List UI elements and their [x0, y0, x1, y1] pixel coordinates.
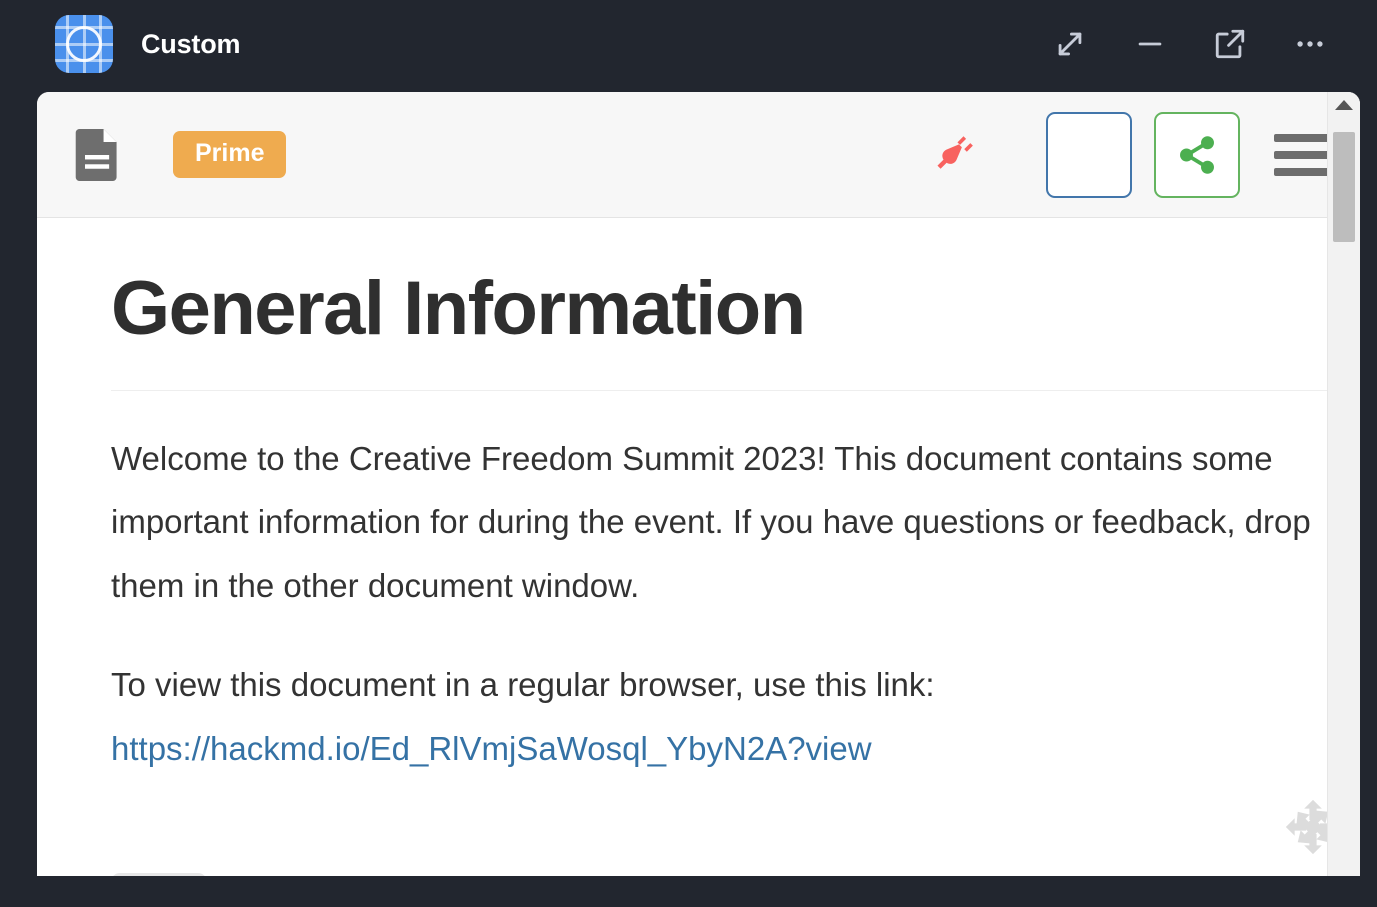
hamburger-line	[1274, 150, 1330, 159]
paragraph-welcome: Welcome to the Creative Freedom Summit 2…	[111, 440, 1311, 604]
scroll-thumb[interactable]	[1333, 132, 1355, 242]
expand-diagonal-icon[interactable]	[1043, 17, 1097, 71]
document-file-icon[interactable]	[75, 128, 121, 181]
vertical-scrollbar[interactable]	[1327, 92, 1360, 876]
hamburger-line	[1274, 133, 1330, 142]
open-external-icon[interactable]	[1203, 17, 1257, 71]
document-body: General Information Welcome to the Creat…	[37, 218, 1360, 876]
title-divider	[111, 390, 1336, 392]
scroll-up-arrow-icon[interactable]	[1328, 92, 1360, 118]
document-link[interactable]: https://hackmd.io/Ed_RlVmjSaWosql_YbyN2A…	[111, 730, 872, 767]
blank-toolbar-button[interactable]	[1046, 111, 1132, 198]
document-toolbar: Prime	[37, 92, 1360, 218]
hamburger-line	[1274, 167, 1330, 176]
document-window: Prime General Information Welcome to the…	[37, 92, 1360, 876]
paragraph-link-prefix: To view this document in a regular brows…	[111, 666, 935, 704]
more-options-icon[interactable]	[1283, 17, 1337, 71]
floating-hamburger-menu-icon[interactable]	[111, 873, 207, 876]
page-title: General Information	[111, 266, 806, 351]
minimize-icon[interactable]	[1123, 17, 1177, 71]
window-title: Custom	[141, 28, 241, 59]
share-nodes-icon	[1180, 135, 1214, 174]
hamburger-menu-icon[interactable]	[1274, 133, 1330, 176]
custom-app-icon	[55, 15, 113, 73]
window-titlebar: Custom	[0, 0, 1377, 88]
plug-disconnected-icon[interactable]	[928, 127, 984, 183]
paragraph-link: To view this document in a regular brows…	[111, 653, 1311, 780]
prime-badge[interactable]: Prime	[173, 131, 287, 178]
share-button[interactable]	[1154, 111, 1240, 198]
document-content: General Information Welcome to the Creat…	[37, 266, 1360, 780]
